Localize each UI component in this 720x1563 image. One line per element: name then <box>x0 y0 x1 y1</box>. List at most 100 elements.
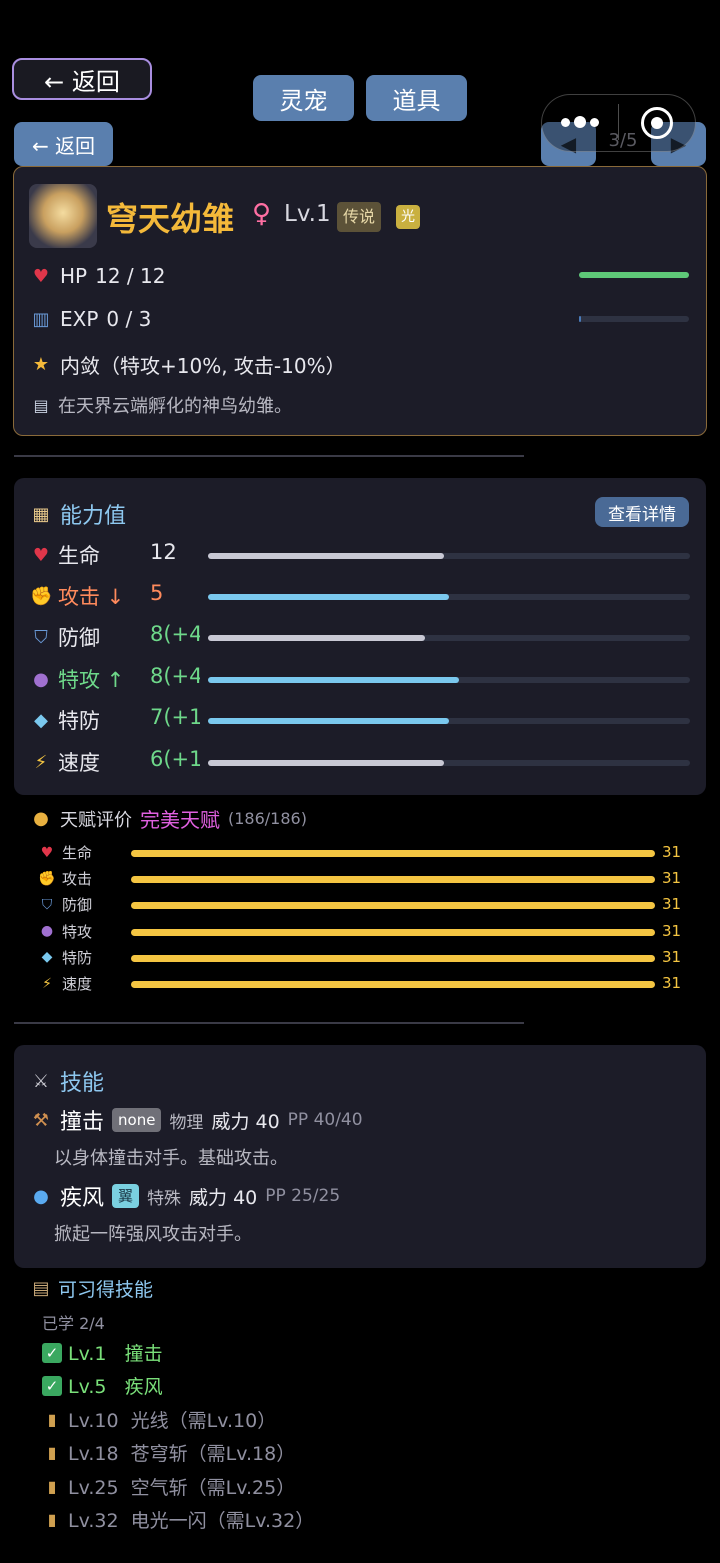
learnable-skill-item: ▮ Lv.25 空气斩（需Lv.25） <box>42 1473 296 1500</box>
iv-bar <box>131 928 655 936</box>
iv-row: ● 特攻 31 <box>36 921 686 943</box>
close-miniprogram-icon[interactable] <box>641 107 673 139</box>
skill-category: 物理 <box>169 1112 204 1133</box>
stat-label: ⚡ 速度 <box>30 747 100 777</box>
skill-pp: PP 40/40 <box>287 1110 363 1130</box>
hp-label: HP <box>60 264 88 288</box>
skill-power: 威力 40 <box>189 1186 258 1209</box>
learnable-skill-text: Lv.25 空气斩（需Lv.25） <box>68 1476 296 1499</box>
iv-label: ● 特攻 <box>36 921 92 942</box>
pet-description: ▤ 在天界云端孵化的神鸟幼雏。 <box>30 392 292 418</box>
learnable-skill-item: ✓ Lv.1 撞击 <box>42 1339 163 1366</box>
lightning-icon: ⚡ <box>34 751 48 773</box>
muscle-icon: ✊ <box>38 870 56 887</box>
stat-label-text: 特攻 ↑ <box>58 668 125 692</box>
stat-bar <box>208 760 690 766</box>
stat-bar-fill <box>208 553 445 559</box>
stat-row: ⚡ 速度 6(+1( <box>30 747 690 777</box>
iv-label-text: 特防 <box>62 948 93 967</box>
iv-label-text: 特攻 <box>62 922 93 941</box>
skill-description: 掀起一阵强风攻击对手。 <box>54 1224 252 1245</box>
stat-label: ♥ 生命 <box>30 540 100 570</box>
iv-row: ◆ 特防 31 <box>36 947 686 969</box>
iv-value: 31 <box>662 921 682 940</box>
iv-bar <box>131 981 655 988</box>
iv-label-text: 防御 <box>62 896 93 915</box>
stat-value: 7(+1⁹ <box>150 705 200 729</box>
stat-row: ✊ 攻击 ↓ 5 <box>30 581 690 611</box>
iv-row: ♥ 生命 31 <box>36 842 686 864</box>
pet-name: 穹天幼雏 <box>106 200 235 238</box>
iv-label-text: 生命 <box>62 844 93 862</box>
learnable-skill-text: Lv.32 电光一闪（需Lv.32） <box>68 1510 315 1532</box>
stat-value: 6(+1( <box>150 747 200 771</box>
stat-bar <box>208 553 690 559</box>
stat-label: ⛉ 防御 <box>30 622 100 652</box>
stat-label-text: 攻击 ↓ <box>58 585 125 609</box>
learnable-header: ▤ 可习得技能 <box>30 1275 153 1302</box>
hp-bar-fill <box>579 272 689 278</box>
lightning-icon: ⚡ <box>42 975 52 992</box>
iv-label-text: 速度 <box>62 975 93 993</box>
talent-header: ● 天赋评价 完美天赋 (186/186) <box>30 804 307 833</box>
iv-row: ✊ 攻击 31 <box>36 868 686 890</box>
muscle-icon: ✊ <box>30 585 53 607</box>
heart-icon: ♥ <box>40 844 54 861</box>
stat-bar <box>208 635 690 641</box>
stat-value: 8(+4 <box>150 622 200 646</box>
crossed-swords-icon: ⚔ <box>32 1070 50 1092</box>
stat-bar-fill <box>208 594 449 600</box>
iv-row: ⛉ 防御 31 <box>36 894 686 916</box>
lock-icon: ▮ <box>47 1409 57 1429</box>
stat-label-text: 特防 <box>58 709 100 733</box>
checkmark-icon: ✓ <box>42 1375 62 1396</box>
exp-label: EXP <box>60 307 99 331</box>
view-details-button[interactable]: 查看详情 <box>595 497 689 527</box>
learnable-skill-text: Lv.1 撞击 <box>68 1343 163 1365</box>
back-button[interactable]: ← 返回 <box>14 122 113 166</box>
stat-value: 12 <box>150 540 177 564</box>
back-button-top[interactable]: ← 返回 <box>12 58 152 100</box>
learnable-skill-text: Lv.18 苍穹斩（需Lv.18） <box>68 1443 296 1466</box>
stats-title: 能力值 <box>60 504 127 529</box>
capsule-divider <box>618 104 619 140</box>
iv-value: 31 <box>662 974 682 992</box>
iv-bar <box>131 850 655 857</box>
star-icon: ★ <box>32 354 50 375</box>
stat-label-text: 速度 <box>58 751 100 775</box>
books-icon: ▤ <box>32 1278 50 1299</box>
female-icon: ♀ <box>252 199 272 229</box>
iv-label-text: 攻击 <box>62 870 93 889</box>
talent-label: 天赋评价 <box>60 809 132 831</box>
talent-score: (186/186) <box>228 809 307 828</box>
tab-pets[interactable]: 灵宠 <box>253 75 354 121</box>
pet-avatar <box>29 184 97 248</box>
shield-icon: ⛉ <box>34 626 48 648</box>
divider <box>14 1022 524 1024</box>
stat-bar-fill <box>208 760 445 766</box>
heart-icon: ♥ <box>32 265 50 287</box>
stat-row: ◆ 特防 7(+1⁹ <box>30 705 690 735</box>
iv-bar <box>131 876 655 884</box>
iv-label: ◆ 特防 <box>36 947 92 968</box>
skill-row[interactable]: ⚒ 撞击 none 物理 威力 40 PP 40/40 <box>30 1104 363 1136</box>
more-icon[interactable] <box>560 112 600 132</box>
nature-text: 内敛（特攻+10%, 攻击-10%） <box>60 354 346 378</box>
learned-count: 已学 2/4 <box>42 1314 105 1333</box>
skills-header: ⚔ 技能 <box>30 1065 104 1097</box>
iv-bar <box>131 954 655 962</box>
learnable-skill-item: ▮ Lv.10 光线（需Lv.10） <box>42 1406 277 1433</box>
stat-bar-fill <box>208 635 425 641</box>
learnable-skill-item: ▮ Lv.32 电光一闪（需Lv.32） <box>42 1506 315 1533</box>
hp-value: 12 / 12 <box>95 264 166 288</box>
checkmark-icon: ✓ <box>42 1342 62 1363</box>
nature-row: ★ 内敛（特攻+10%, 攻击-10%） <box>30 350 346 379</box>
crystal-ball-icon: ● <box>40 923 54 940</box>
skill-row[interactable]: ● 疾风翼特殊 威力 40 PP 25/25 <box>30 1180 340 1212</box>
learnable-skill-text: Lv.10 光线（需Lv.10） <box>68 1409 277 1432</box>
skill-name: 撞击 <box>60 1110 105 1135</box>
skill-type-tag: none <box>112 1108 162 1132</box>
tab-items[interactable]: 道具 <box>366 75 467 121</box>
exp-value: 0 / 3 <box>106 307 152 331</box>
lock-icon: ▮ <box>47 1476 57 1496</box>
